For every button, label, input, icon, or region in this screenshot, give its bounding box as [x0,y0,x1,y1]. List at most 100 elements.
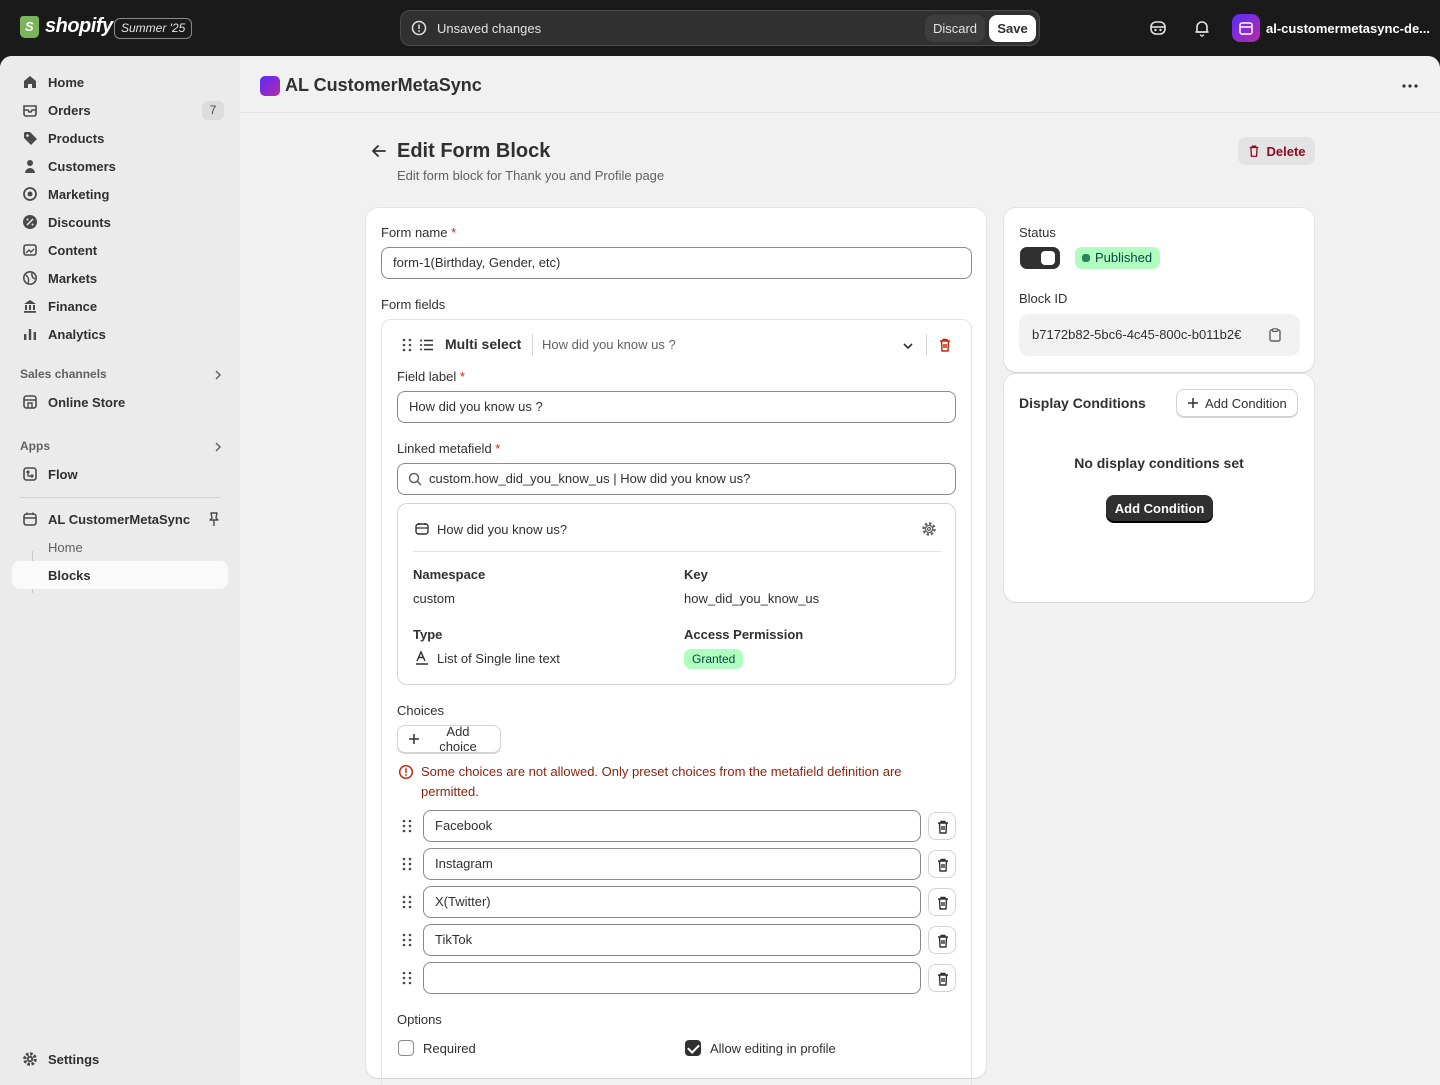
pin-icon[interactable] [206,511,222,527]
sidebar-item-label: Discounts [48,215,111,230]
sidebar-item-marketing[interactable]: Marketing [12,180,228,208]
sidebar-item-home[interactable]: Home [12,68,228,96]
bank-icon [24,300,36,313]
form-name-input[interactable]: form-1(Birthday, Gender, etc) [381,247,972,279]
bell-icon[interactable] [1192,18,1212,38]
sales-channels-heading[interactable]: Sales channels [20,367,107,381]
calendar-icon [415,523,429,535]
page-title: Edit Form Block [397,140,551,162]
add-condition-button[interactable]: Add Condition [1176,389,1298,417]
chevron-right-icon[interactable] [212,441,224,453]
choice-input[interactable]: X(Twitter) [423,886,921,918]
delete-button[interactable]: Delete [1238,137,1315,165]
sidebar-item-finance[interactable]: Finance [12,292,228,320]
metafield-search-input[interactable]: custom.how_did_you_know_us | How did you… [397,463,956,495]
sidebar-item-label: Orders [48,103,91,118]
trash-icon[interactable] [937,337,953,353]
save-button[interactable]: Save [989,15,1036,42]
sidebar-item-label: Analytics [48,327,106,342]
required-label: Required [423,1041,476,1056]
contextual-save-bar: Unsaved changes Discard Save [400,10,1040,46]
sidebar-item-orders[interactable]: Orders 7 [12,96,228,124]
sidekick-icon[interactable] [1148,18,1168,38]
drag-handle-icon[interactable] [401,337,413,353]
sidebar: Home Orders 7 Products Customers Marketi… [0,56,240,1085]
discount-icon [23,215,37,229]
header-divider [926,334,927,356]
sidebar-item-discounts[interactable]: Discounts [12,208,228,236]
drag-handle-icon[interactable] [401,970,413,986]
remove-choice-button[interactable] [928,964,956,992]
remove-choice-button[interactable] [928,926,956,954]
brand-name: shopify [45,15,113,37]
chevron-right-icon[interactable] [212,369,224,381]
sidebar-item-content[interactable]: Content [12,236,228,264]
drag-handle-icon[interactable] [401,856,413,872]
sidebar-item-app[interactable]: AL CustomerMetaSync [12,505,228,533]
key-value: how_did_you_know_us [684,591,820,606]
choice-input[interactable]: Facebook [423,810,921,842]
block-id-field[interactable]: b7172b82-5bc6-4c45-800c-b011b2€ [1019,314,1300,356]
tag-icon [24,132,37,145]
empty-conditions-text: No display conditions set [1074,455,1244,471]
choice-input[interactable] [423,962,921,994]
sidebar-subitem-home[interactable]: Home [12,533,228,561]
image-icon [23,244,37,256]
sidebar-item-label: Flow [48,467,78,482]
allow-editing-checkbox[interactable] [685,1040,701,1056]
apps-heading[interactable]: Apps [20,439,50,453]
edition-badge[interactable]: Summer '25 [114,18,193,39]
status-toggle[interactable] [1020,247,1060,269]
plus-icon [1188,398,1198,408]
meta-divider [413,551,941,552]
sidebar-item-products[interactable]: Products [12,124,228,152]
block-id-value: b7172b82-5bc6-4c45-800c-b011b2€ [1032,327,1242,342]
gear-icon[interactable] [921,521,937,537]
required-checkbox[interactable] [398,1040,414,1056]
store-menu[interactable]: al-customermetasync-de... [1232,14,1430,42]
remove-choice-button[interactable] [928,812,956,840]
choices-label: Choices [397,703,444,718]
shopify-logo[interactable]: shopify [20,15,113,38]
text-type-icon [416,650,428,665]
target-icon [23,187,37,201]
flow-icon [23,467,37,481]
status-label: Status [1019,225,1056,240]
remove-choice-button[interactable] [928,850,956,878]
add-condition-primary-button[interactable]: Add Condition [1106,495,1213,522]
globe-icon [23,271,37,285]
field-summary: How did you know us ? [542,337,676,352]
add-choice-button[interactable]: Add choice [397,724,501,754]
chevron-down-icon[interactable] [900,338,916,354]
shopify-bag-icon [20,15,39,38]
sidebar-item-label: Home [48,75,85,90]
store-name: al-customermetasync-de... [1266,20,1431,36]
store-icon [23,395,37,409]
main-content: AL CustomerMetaSync Edit Form Block Edit… [240,56,1440,1085]
drag-handle-icon[interactable] [401,818,413,834]
orders-count-badge: 7 [202,101,224,120]
drag-handle-icon[interactable] [401,932,413,948]
choice-input[interactable]: Instagram [423,848,921,880]
sidebar-subitem-blocks[interactable]: Blocks [12,561,228,589]
sidebar-item-markets[interactable]: Markets [12,264,228,292]
sidebar-item-online-store[interactable]: Online Store [12,388,228,416]
more-horizontal-icon[interactable] [1398,74,1422,98]
app-title: AL CustomerMetaSync [285,75,482,95]
store-avatar [1232,14,1260,42]
sidebar-divider [20,497,220,498]
sidebar-item-customers[interactable]: Customers [12,152,228,180]
drag-handle-icon[interactable] [401,894,413,910]
header-divider [532,334,533,356]
back-arrow-icon[interactable] [368,140,390,162]
clipboard-icon[interactable] [1267,327,1283,343]
field-label-input[interactable]: How did you know us ? [397,391,956,423]
alert-circle-icon [411,20,427,36]
sidebar-item-analytics[interactable]: Analytics [12,320,228,348]
remove-choice-button[interactable] [928,888,956,916]
sidebar-item-flow[interactable]: Flow [12,460,228,488]
sidebar-item-label: Markets [48,271,98,286]
discard-button[interactable]: Discard [925,15,985,42]
sidebar-item-settings[interactable]: Settings [12,1045,228,1073]
choice-input[interactable]: TikTok [423,924,921,956]
